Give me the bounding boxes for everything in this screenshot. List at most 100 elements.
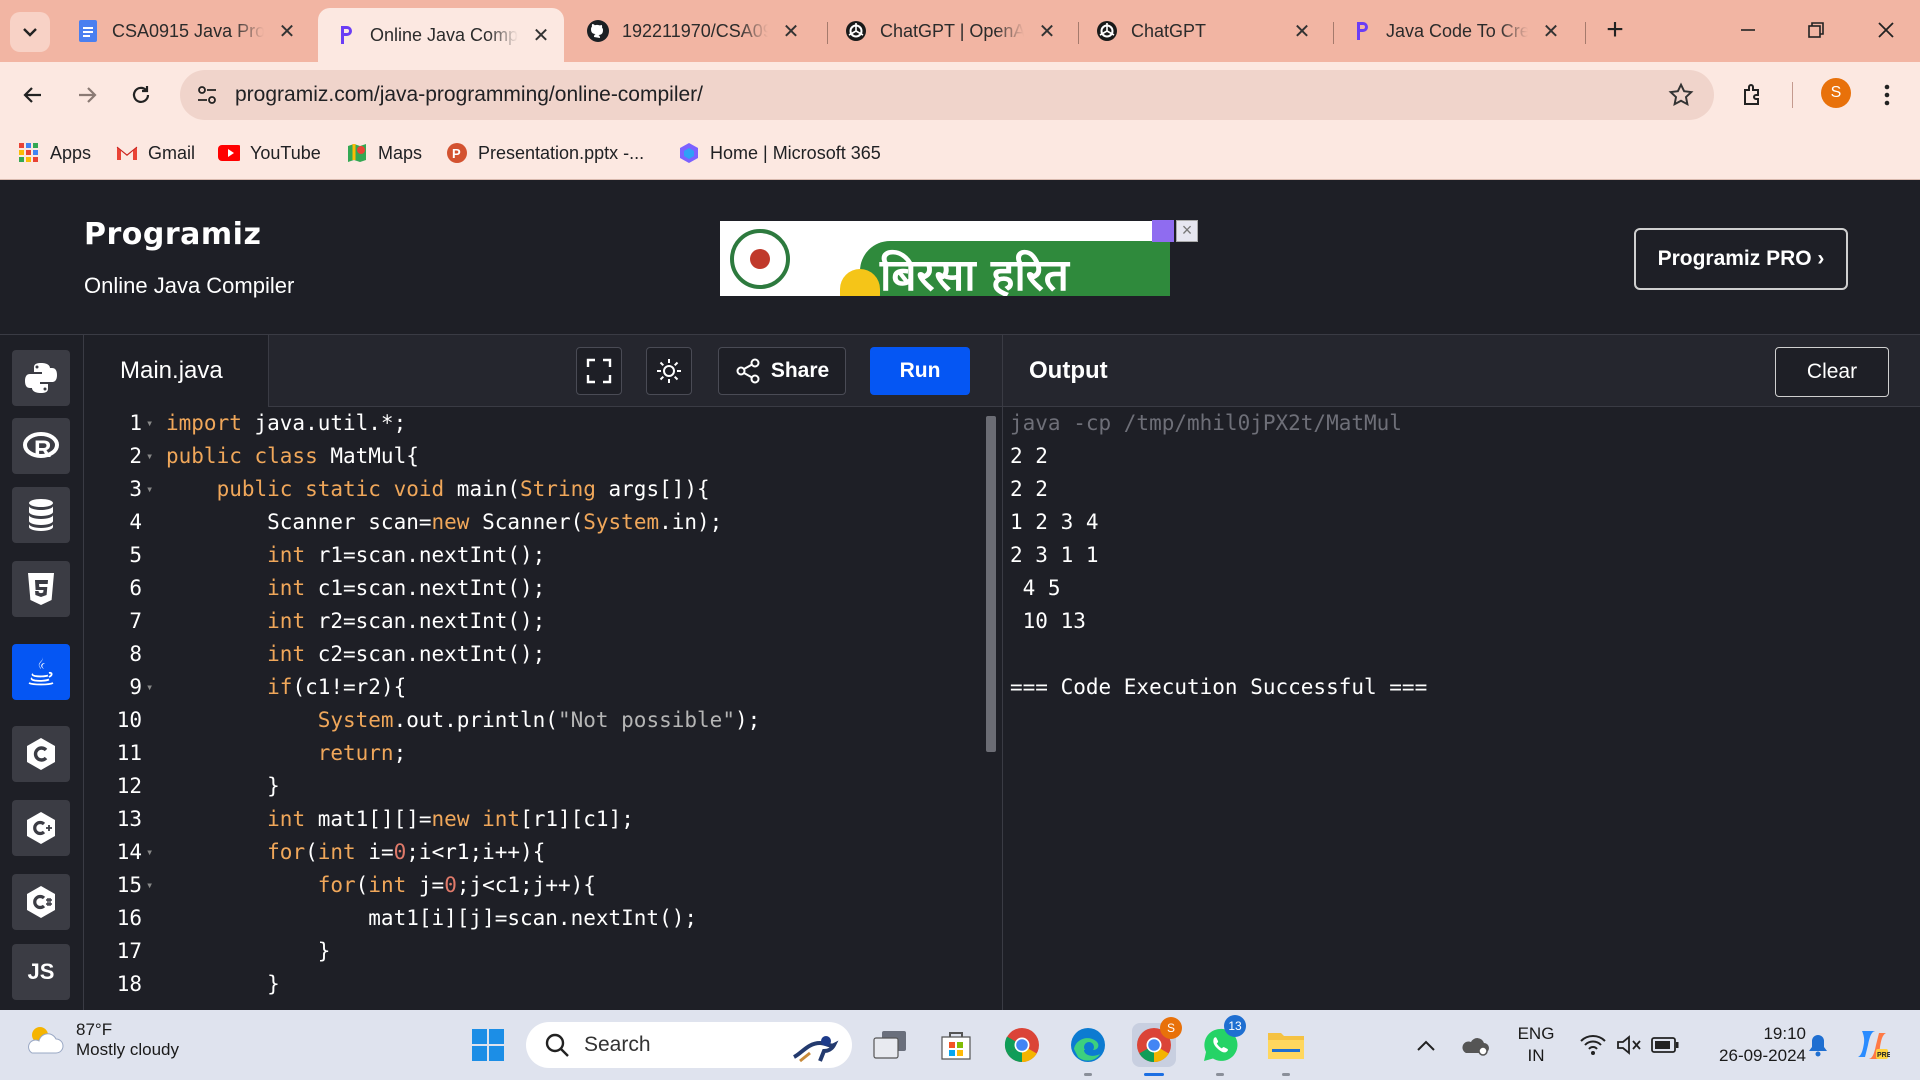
url-text[interactable]: programiz.com/java-programming/online-co…: [235, 83, 703, 107]
reload-button[interactable]: [124, 78, 158, 112]
file-explorer-button[interactable]: [1264, 1023, 1308, 1076]
browser-tab[interactable]: Java Code To Creat ✕: [1334, 8, 1574, 54]
clear-button[interactable]: Clear: [1775, 347, 1889, 397]
run-button[interactable]: Run: [870, 347, 970, 395]
fold-toggle-icon[interactable]: ▾: [146, 836, 158, 869]
close-window-button[interactable]: [1866, 12, 1906, 48]
browser-tab[interactable]: ChatGPT | OpenAI ✕: [828, 8, 1070, 54]
volume-button[interactable]: [1612, 1023, 1646, 1067]
browser-tab[interactable]: 192211970/CSA09 ✕: [570, 8, 814, 54]
ad-close-icon[interactable]: ×: [1176, 220, 1198, 242]
back-button[interactable]: [16, 78, 50, 112]
input-language-indicator[interactable]: ENG IN: [1510, 1023, 1562, 1067]
sql-language-button[interactable]: [12, 487, 70, 543]
battery-button[interactable]: [1648, 1023, 1682, 1067]
ad-info-icon[interactable]: [1152, 220, 1174, 242]
chrome-active-taskbar-button[interactable]: S: [1132, 1017, 1182, 1076]
c-language-button[interactable]: [12, 726, 70, 782]
python-language-button[interactable]: [12, 350, 70, 406]
bookmark-apps[interactable]: Apps: [18, 138, 91, 168]
cpp-language-button[interactable]: [12, 800, 70, 856]
code-line[interactable]: 5 int r1=scan.nextInt();: [84, 539, 984, 572]
theme-toggle-button[interactable]: [646, 347, 692, 395]
file-tab[interactable]: Main.java: [84, 335, 269, 407]
programiz-pro-button[interactable]: Programiz PRO ›: [1634, 228, 1848, 290]
browser-tab[interactable]: CSA0915 Java Prog ✕: [60, 8, 310, 54]
code-line[interactable]: 13 int mat1[][]=new int[r1][c1];: [84, 803, 984, 836]
bookmark-microsoft-365[interactable]: Home | Microsoft 365: [678, 138, 881, 168]
code-line[interactable]: 3 ▾ public static void main(String args[]…: [84, 473, 984, 506]
whatsapp-taskbar-button[interactable]: 13: [1198, 1015, 1246, 1076]
weather-widget[interactable]: 87°F Mostly cloudy: [24, 1020, 179, 1060]
browser-tab[interactable]: ChatGPT ✕: [1079, 8, 1325, 54]
browser-tab-active[interactable]: Online Java Compi ✕: [318, 8, 564, 62]
onedrive-button[interactable]: [1456, 1023, 1496, 1067]
code-line[interactable]: 14 ▾ for(int i=0;i<r1;i++){: [84, 836, 984, 869]
bookmark-gmail[interactable]: Gmail: [116, 138, 195, 168]
code-line[interactable]: 8 int c2=scan.nextInt();: [84, 638, 984, 671]
puzzle-icon: [1744, 84, 1759, 105]
code-line[interactable]: 9 ▾ if(c1!=r2){: [84, 671, 984, 704]
java-language-button[interactable]: [12, 644, 70, 700]
fold-toggle-icon[interactable]: ▾: [146, 671, 158, 704]
minimize-button[interactable]: [1728, 12, 1768, 48]
bookmark-presentation[interactable]: P Presentation.pptx -...: [446, 138, 644, 168]
tab-search-button[interactable]: [10, 12, 50, 52]
html-language-button[interactable]: [12, 561, 70, 617]
code-line[interactable]: 7 int r2=scan.nextInt();: [84, 605, 984, 638]
wifi-button[interactable]: [1576, 1023, 1610, 1067]
code-line[interactable]: 16 mat1[i][j]=scan.nextInt();: [84, 902, 984, 935]
bookmark-maps[interactable]: Maps: [346, 138, 422, 168]
javascript-language-button[interactable]: JS: [12, 944, 70, 1000]
fold-toggle-icon[interactable]: ▾: [146, 440, 158, 473]
code-line[interactable]: 12 }: [84, 770, 984, 803]
address-bar[interactable]: programiz.com/java-programming/online-co…: [180, 70, 1714, 120]
code-line[interactable]: 15 ▾ for(int j=0;j<c1;j++){: [84, 869, 984, 902]
output-console[interactable]: java -cp /tmp/mhil0jPX2t/MatMul 2 2 2 2 1 2…: [1002, 407, 1920, 1010]
copilot-button[interactable]: PRE: [1850, 1023, 1894, 1067]
taskbar-search[interactable]: Search: [526, 1022, 852, 1068]
r-language-button[interactable]: R: [12, 418, 70, 474]
code-line[interactable]: 1 ▾ import java.util.*;: [84, 407, 984, 440]
bookmark-star-icon[interactable]: [1668, 82, 1694, 108]
code-line[interactable]: 4 Scanner scan=new Scanner(System.in);: [84, 506, 984, 539]
fold-toggle-icon[interactable]: ▾: [146, 473, 158, 506]
task-view-button[interactable]: [868, 1023, 912, 1067]
code-line[interactable]: 10 System.out.println("Not possible");: [84, 704, 984, 737]
code-line[interactable]: 6 int c1=scan.nextInt();: [84, 572, 984, 605]
fold-toggle-icon[interactable]: ▾: [146, 407, 158, 440]
close-tab-icon[interactable]: ✕: [780, 20, 802, 43]
forward-button[interactable]: [70, 78, 104, 112]
code-line[interactable]: 18 }: [84, 968, 984, 1001]
share-button[interactable]: Share: [718, 347, 846, 395]
code-line[interactable]: 2 ▾ public class MatMul{: [84, 440, 984, 473]
start-button[interactable]: [466, 1023, 510, 1067]
programiz-logo[interactable]: Programiz: [84, 217, 261, 252]
chrome-taskbar-button[interactable]: [1000, 1023, 1044, 1067]
edge-taskbar-button[interactable]: [1066, 1023, 1110, 1076]
code-editor[interactable]: 1 ▾ import java.util.*; 2 ▾ public class MatM…: [84, 407, 1002, 1010]
fold-toggle-icon[interactable]: ▾: [146, 869, 158, 902]
profile-avatar[interactable]: S: [1821, 78, 1851, 108]
show-hidden-icons-button[interactable]: [1408, 1023, 1444, 1067]
clock[interactable]: 19:10 26-09-2024: [1696, 1023, 1806, 1067]
site-settings-icon[interactable]: [194, 82, 220, 108]
code-line[interactable]: 17 }: [84, 935, 984, 968]
code-line[interactable]: 11 return;: [84, 737, 984, 770]
bookmark-youtube[interactable]: YouTube: [218, 138, 321, 168]
close-tab-icon[interactable]: ✕: [530, 24, 552, 47]
advertisement-banner[interactable]: बिरसा हरित: [720, 221, 1170, 296]
extensions-button[interactable]: [1736, 78, 1770, 112]
csharp-language-button[interactable]: [12, 874, 70, 930]
browser-menu-button[interactable]: [1870, 78, 1904, 112]
restore-button[interactable]: [1796, 12, 1836, 48]
new-tab-button[interactable]: +: [1600, 15, 1630, 46]
close-tab-icon[interactable]: ✕: [1540, 20, 1562, 43]
close-tab-icon[interactable]: ✕: [276, 20, 298, 43]
microsoft-store-button[interactable]: [934, 1023, 978, 1067]
close-tab-icon[interactable]: ✕: [1291, 20, 1313, 43]
fullscreen-button[interactable]: [576, 347, 622, 395]
editor-scrollbar[interactable]: [986, 416, 996, 752]
notifications-button[interactable]: [1800, 1023, 1836, 1067]
close-tab-icon[interactable]: ✕: [1036, 20, 1058, 43]
